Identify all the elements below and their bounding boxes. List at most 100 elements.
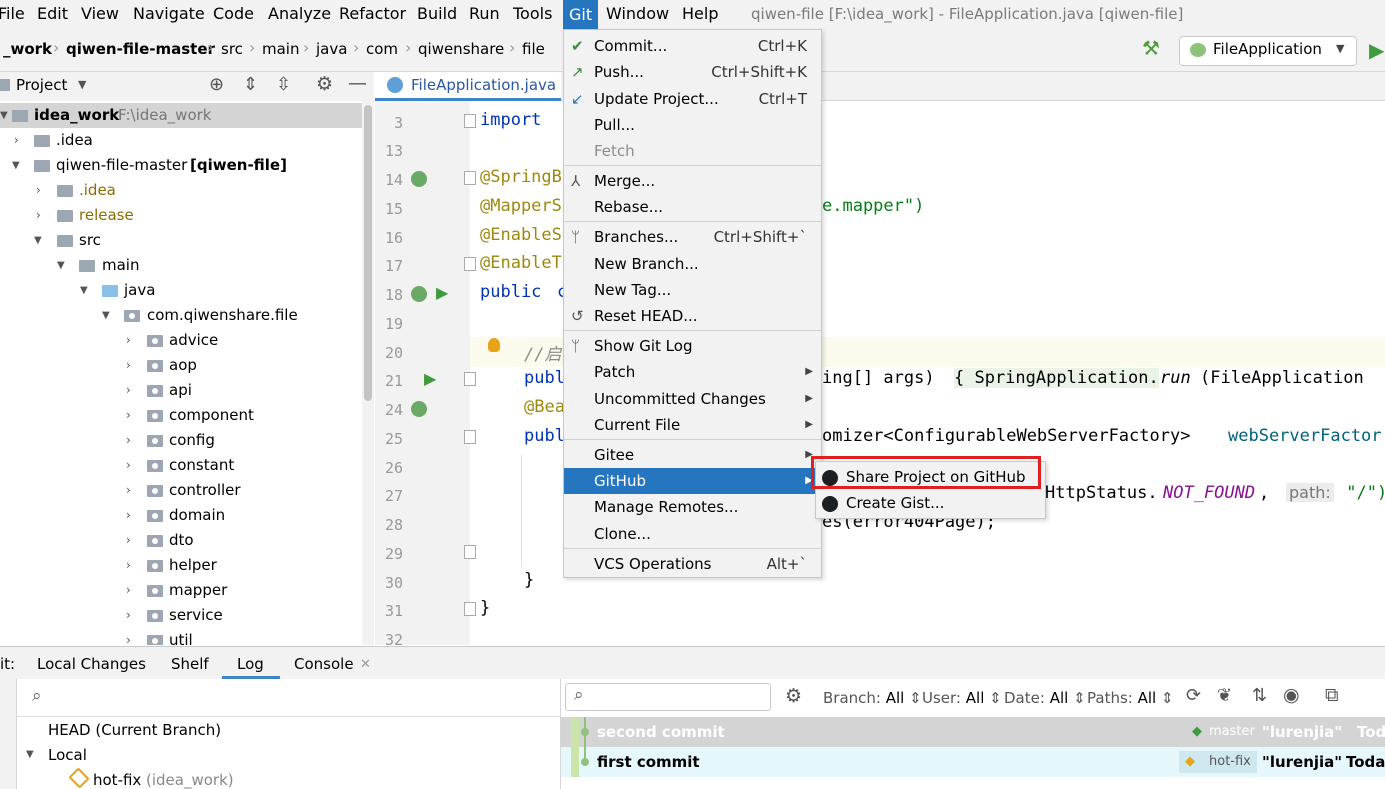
menu-item-github[interactable]: GitHub ▶ (564, 468, 821, 494)
tree-item[interactable]: › helper (0, 553, 362, 578)
fold-icon[interactable] (464, 430, 476, 444)
tab-console[interactable]: Console (294, 655, 354, 673)
menu-item-commit[interactable]: ✔ Commit... Ctrl+K (564, 33, 821, 59)
breadcrumb-item[interactable]: main (262, 40, 299, 58)
menu-build[interactable]: Build (417, 4, 457, 23)
tab-local-changes[interactable]: Local Changes (37, 655, 146, 673)
tree-item[interactable]: ▼ java (0, 278, 362, 303)
menu-item-rebase[interactable]: Rebase... (564, 194, 821, 220)
tree-item[interactable]: › .idea (0, 178, 362, 203)
menu-item-uncommitted-changes[interactable]: Uncommitted Changes ▶ (564, 386, 821, 412)
menu-item-vcs-operations[interactable]: VCS Operations Alt+` (564, 551, 821, 577)
menu-navigate[interactable]: Navigate (133, 4, 205, 23)
breadcrumb-item[interactable]: src (221, 40, 243, 58)
spring-bean-icon[interactable] (411, 286, 427, 302)
tree-item[interactable]: › service (0, 603, 362, 628)
menu-item-update-project[interactable]: ↙ Update Project... Ctrl+T (564, 86, 821, 112)
run-gutter-icon[interactable]: ▶ (424, 369, 436, 388)
tree-item[interactable]: › release (0, 203, 362, 228)
fold-icon[interactable] (464, 545, 476, 559)
gear-icon[interactable]: ⚙ (316, 73, 333, 95)
tree-item[interactable]: › mapper (0, 578, 362, 603)
filter-paths[interactable]: Paths: All ⇕ (1087, 689, 1174, 707)
tree-item[interactable]: › aop (0, 353, 362, 378)
hammer-icon[interactable]: ⚒ (1142, 36, 1160, 60)
fold-icon[interactable] (464, 372, 476, 386)
log-search-input[interactable]: ⌕ (565, 683, 771, 711)
eye-icon[interactable]: ◉ (1283, 684, 1300, 706)
project-scrollbar[interactable] (362, 101, 374, 645)
fold-icon[interactable] (464, 602, 476, 616)
branch-item[interactable]: hot-fix (93, 771, 141, 789)
tree-item[interactable]: › component (0, 403, 362, 428)
branch-head[interactable]: HEAD (Current Branch) (48, 721, 221, 739)
breadcrumb-item[interactable]: com (366, 40, 398, 58)
tree-item[interactable]: › util (0, 628, 362, 645)
menu-git[interactable]: Git (563, 0, 599, 29)
tree-item[interactable]: ▼ qiwen-file-master [qiwen-file] (0, 153, 362, 178)
fold-icon[interactable] (464, 114, 476, 128)
menu-item-create-gist[interactable]: Create Gist... (816, 491, 1045, 517)
run-icon[interactable]: ▶ (1369, 38, 1384, 62)
menu-item-merge[interactable]: ⅄ Merge... (564, 168, 821, 194)
menu-code[interactable]: Code (213, 4, 254, 23)
fold-icon[interactable] (464, 257, 476, 271)
refresh-icon[interactable]: ⟳ (1186, 685, 1201, 706)
cherry-pick-icon[interactable]: ❦ (1217, 685, 1232, 706)
menu-edit[interactable]: Edit (37, 4, 68, 23)
menu-item-pull[interactable]: Pull... (564, 112, 821, 138)
menu-refactor[interactable]: Refactor (339, 4, 406, 23)
run-configuration-selector[interactable]: FileApplication ▼ (1179, 36, 1357, 66)
tab-file-application[interactable]: FileApplication.java (375, 72, 561, 101)
close-icon[interactable]: ✕ (360, 657, 371, 672)
menu-item-gitee[interactable]: Gitee ▶ (564, 442, 821, 468)
project-panel-title[interactable]: Project (16, 76, 67, 94)
run-gutter-icon[interactable]: ▶ (436, 283, 448, 302)
menu-item-manage-remotes[interactable]: Manage Remotes... (564, 494, 821, 520)
tree-item[interactable]: › api (0, 378, 362, 403)
tab-shelf[interactable]: Shelf (171, 655, 209, 673)
breadcrumb-item[interactable]: qiwenshare (418, 40, 504, 58)
menu-analyze[interactable]: Analyze (268, 4, 331, 23)
lightbulb-icon[interactable] (488, 338, 500, 352)
branch-group-local[interactable]: Local (48, 746, 87, 764)
filter-branch[interactable]: Branch: All ⇕ (823, 689, 922, 707)
chevron-down-icon[interactable]: ▼ (78, 78, 86, 91)
menu-item-clone[interactable]: Clone... (564, 521, 821, 547)
tree-item[interactable]: › .idea (0, 128, 362, 153)
search-icon[interactable]: ⌕ (32, 686, 42, 706)
spring-bean-icon[interactable] (411, 171, 427, 187)
menu-item-new-tag[interactable]: New Tag... (564, 277, 821, 303)
menu-run[interactable]: Run (469, 4, 500, 23)
tree-item[interactable]: ▼ main (0, 253, 362, 278)
menu-item-reset-head[interactable]: ↺ Reset HEAD... (564, 303, 821, 329)
menu-item-new-branch[interactable]: New Branch... (564, 251, 821, 277)
tree-item[interactable]: ▼ src (0, 228, 362, 253)
tree-item[interactable]: › dto (0, 528, 362, 553)
chevron-down-icon[interactable]: ▼ (26, 749, 34, 760)
menu-help[interactable]: Help (682, 4, 718, 23)
tree-item[interactable]: › constant (0, 453, 362, 478)
sort-icon[interactable]: ⇅ (1252, 685, 1267, 706)
menu-item-branches[interactable]: ᛘ Branches... Ctrl+Shift+` (564, 224, 821, 250)
tree-item[interactable]: ▼ com.qiwenshare.file (0, 303, 362, 328)
tree-item[interactable]: › controller (0, 478, 362, 503)
tab-log[interactable]: Log (237, 655, 264, 673)
breadcrumb-item[interactable]: _work (3, 40, 52, 58)
minimize-icon[interactable]: — (348, 72, 367, 94)
breadcrumb-item[interactable]: qiwen-file-master (66, 40, 215, 58)
menu-item-push[interactable]: ↗ Push... Ctrl+Shift+K (564, 59, 821, 85)
breadcrumb-item[interactable]: file (522, 40, 545, 58)
menu-item-current-file[interactable]: Current File ▶ (564, 412, 821, 438)
breadcrumb-item[interactable]: java (316, 40, 347, 58)
tree-item-idea-work[interactable]: ▼ idea_work F:\idea_work (0, 103, 362, 128)
menu-item-show-git-log[interactable]: ᛘ Show Git Log (564, 333, 821, 359)
menu-file[interactable]: File (0, 4, 25, 23)
collapse-all-icon[interactable]: ⇳ (276, 74, 291, 95)
tree-item[interactable]: › advice (0, 328, 362, 353)
fold-icon[interactable] (464, 171, 476, 185)
expand-all-icon[interactable]: ⇕ (243, 74, 258, 95)
tree-item[interactable]: › config (0, 428, 362, 453)
filter-user[interactable]: User: All ⇕ (922, 689, 1002, 707)
menu-tools[interactable]: Tools (513, 4, 552, 23)
